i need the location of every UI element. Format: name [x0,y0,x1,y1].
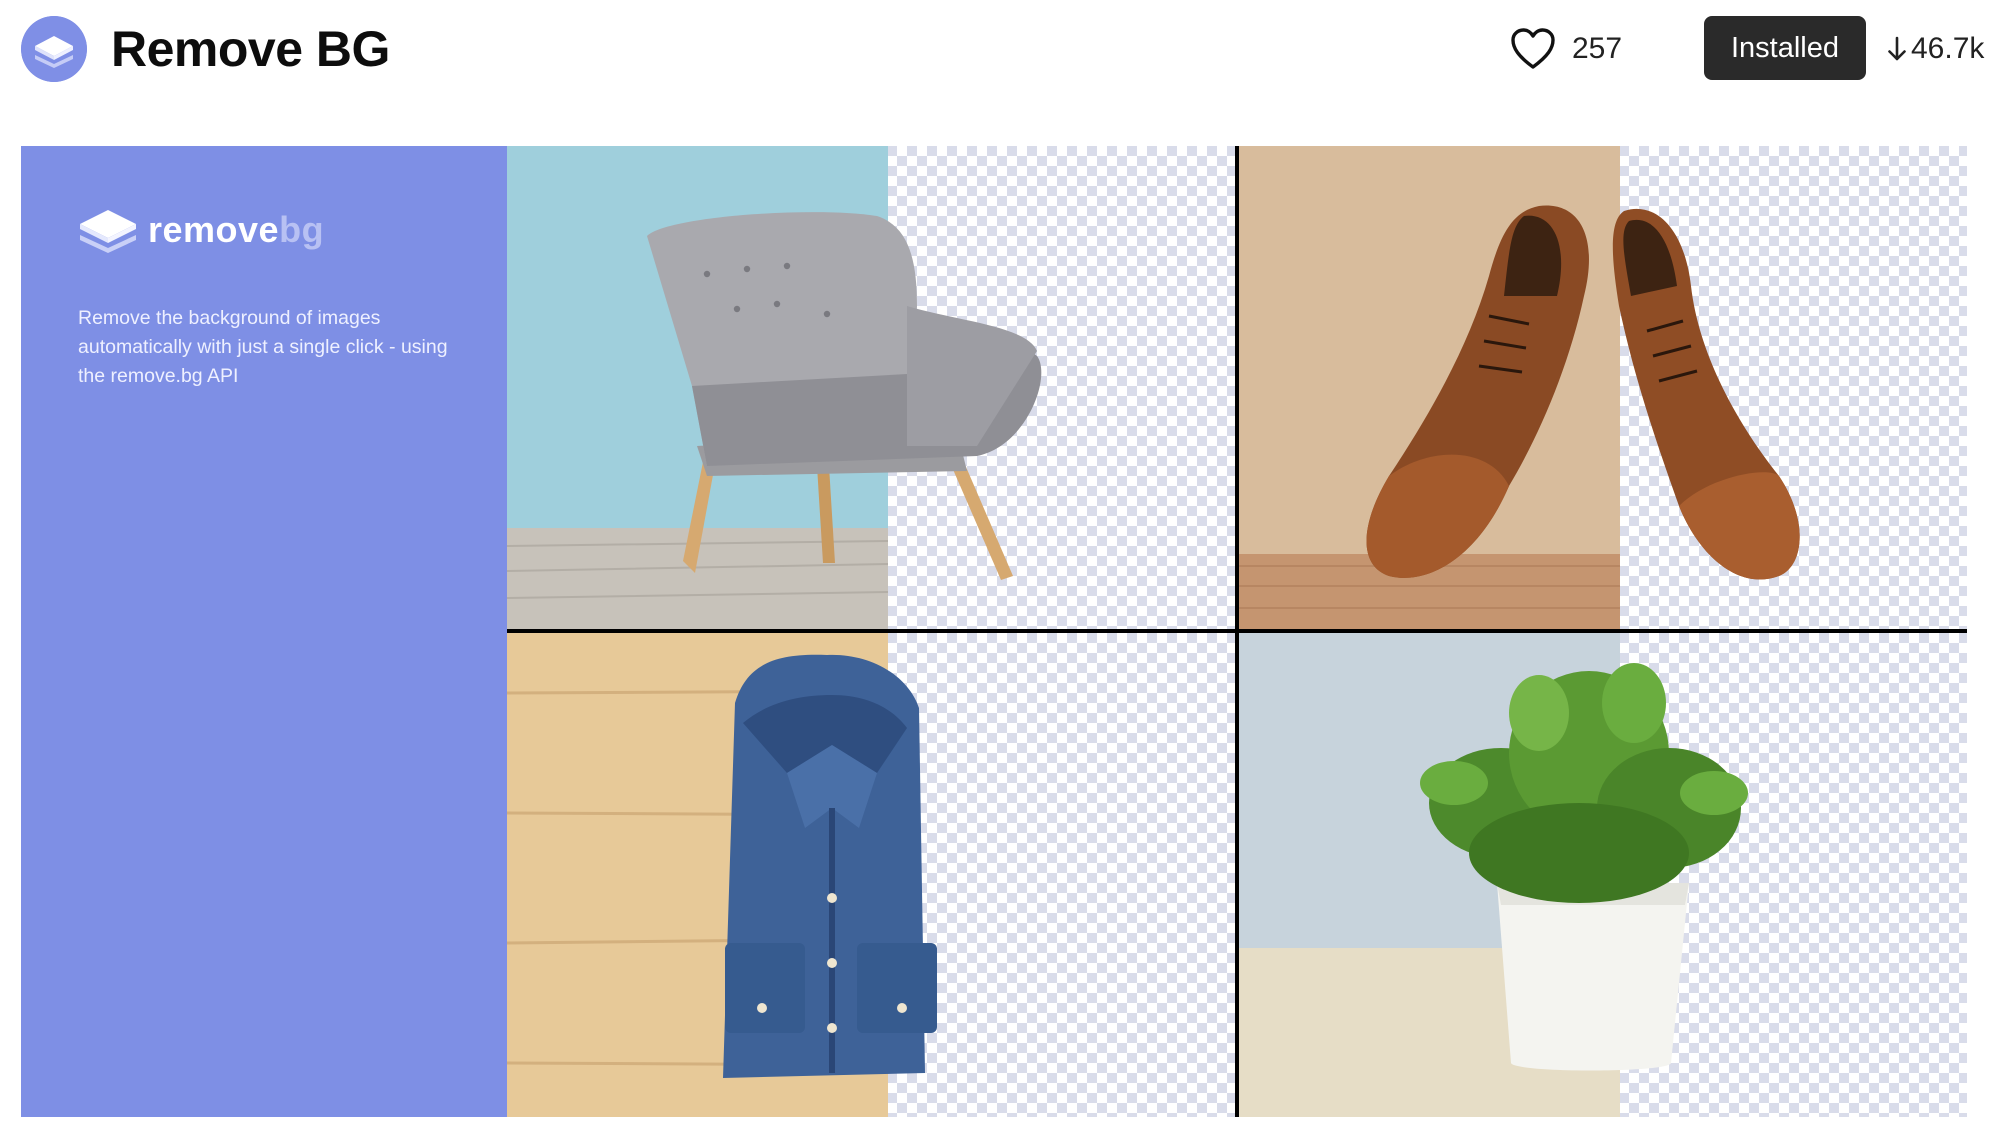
removebg-logo: removebg [78,202,324,258]
download-count-group: 46.7k [1887,22,1984,76]
down-arrow-icon [1888,36,1906,61]
brand-tagline: Remove the background of images automati… [78,307,448,387]
heart-icon[interactable] [1510,27,1556,71]
plugin-header: Remove BG 257 Installed 46.7k [0,0,2010,100]
cover-banner: removebg Remove the background of images… [21,146,1967,1117]
brand-panel: removebg Remove the background of images… [21,146,507,1117]
example-image-shirt [507,633,1235,1117]
layers-icon [80,210,136,253]
download-count: 46.7k [1911,32,1985,65]
example-image-chair [507,146,1235,629]
remove-bg-layers-icon [21,16,87,82]
like-count: 257 [1572,32,1623,65]
installed-button[interactable]: Installed [1704,16,1866,80]
example-image-shoes [1239,146,1967,629]
example-image-plant [1239,633,1967,1117]
app-title: Remove BG [111,21,390,77]
like-group: 257 [1510,22,1622,76]
example-gallery [507,146,1967,1117]
brand-wordmark: removebg [148,209,325,250]
